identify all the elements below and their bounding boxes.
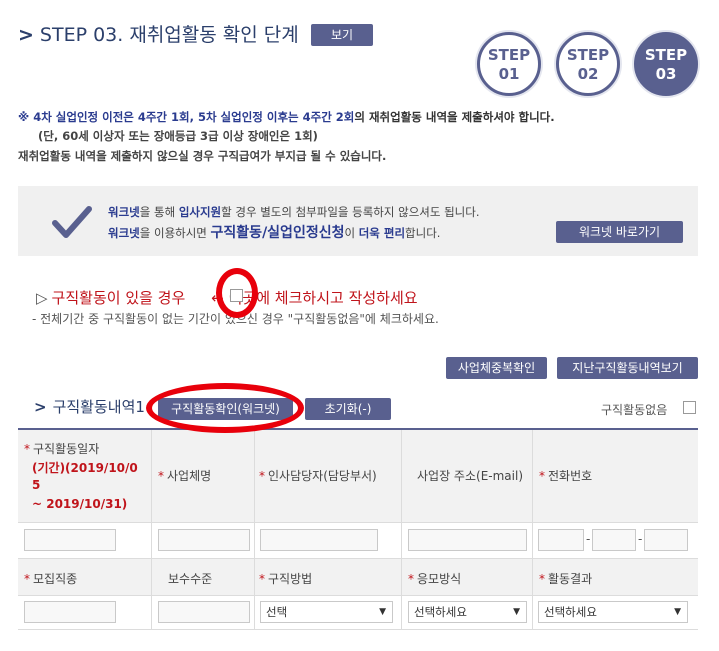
section-title: > 구직활동내역1 bbox=[34, 398, 145, 416]
past-activity-history-button[interactable]: 지난구직활동내역보기 bbox=[557, 357, 698, 379]
method-select[interactable]: 선택 ▼ bbox=[260, 601, 393, 623]
chevron-right-icon: > bbox=[18, 24, 34, 46]
job-type-input[interactable] bbox=[24, 601, 116, 623]
chevron-right-icon: > bbox=[34, 398, 47, 416]
company-name-input[interactable] bbox=[158, 529, 250, 551]
dropdown-arrow-icon: ▼ bbox=[674, 607, 681, 617]
worknet-text-2: 워크넷을 이용하시면 구직활동/실업인정신청이 더욱 편리합니다. bbox=[108, 225, 441, 241]
annotation-circle-confirm-button bbox=[146, 383, 304, 433]
notice-line-1: ※ 4차 실업인정 이전은 4주간 1회, 5차 실업인정 이후는 4주간 2회… bbox=[18, 110, 555, 124]
phone-dash-1: - bbox=[586, 532, 591, 546]
phone-part1-input[interactable] bbox=[538, 529, 584, 551]
header-address: 사업장 주소(E-mail) bbox=[402, 430, 533, 523]
annotation-circle-checkbox bbox=[216, 268, 258, 318]
phone-part3-input[interactable] bbox=[644, 529, 688, 551]
header-date: * 구직활동일자 (기간)(2019/10/0 5 ~ 2019/10/31) bbox=[18, 430, 152, 523]
worknet-text-1: 워크넷을 통해 입사지원할 경우 별도의 첨부파일을 등록하지 않으셔도 됩니다… bbox=[108, 205, 480, 219]
duplicate-company-check-button[interactable]: 사업체중복확인 bbox=[446, 357, 547, 379]
notice-line-3: 재취업활동 내역을 제출하지 않으실 경우 구직급여가 부지급 될 수 있습니다… bbox=[18, 149, 387, 163]
step-03-indicator: STEP 03 bbox=[634, 32, 698, 96]
page-title: > STEP 03. 재취업활동 확인 단계 bbox=[18, 24, 299, 46]
header-company: * 사업체명 bbox=[152, 430, 255, 523]
no-activity-checkbox[interactable] bbox=[683, 401, 696, 414]
phone-dash-2: - bbox=[638, 532, 643, 546]
activity-date-input[interactable] bbox=[24, 529, 116, 551]
reset-button[interactable]: 초기화(-) bbox=[305, 398, 391, 420]
step-02-indicator: STEP 02 bbox=[556, 32, 620, 96]
header-result: * 활동결과 bbox=[533, 559, 698, 596]
view-button[interactable]: 보기 bbox=[311, 24, 373, 46]
no-activity-label: 구직활동없음 bbox=[601, 403, 668, 417]
header-pay: 보수수준 bbox=[152, 559, 255, 596]
notice-line-2: (단, 60세 이상자 또는 장애등급 3급 이상 장애인은 1회) bbox=[38, 129, 318, 143]
manager-input[interactable] bbox=[260, 529, 378, 551]
dropdown-arrow-icon: ▼ bbox=[379, 607, 386, 617]
apply-select[interactable]: 선택하세요 ▼ bbox=[408, 601, 527, 623]
address-input[interactable] bbox=[408, 529, 527, 551]
worknet-shortcut-button[interactable]: 워크넷 바로가기 bbox=[556, 221, 683, 243]
header-phone: * 전화번호 bbox=[533, 430, 698, 523]
pay-level-input[interactable] bbox=[158, 601, 250, 623]
step-01-indicator: STEP 01 bbox=[477, 32, 541, 96]
header-method: * 구직방법 bbox=[255, 559, 402, 596]
checkmark-icon bbox=[52, 206, 92, 238]
result-select[interactable]: 선택하세요 ▼ bbox=[538, 601, 688, 623]
phone-part2-input[interactable] bbox=[592, 529, 636, 551]
header-apply: * 응모방식 bbox=[402, 559, 533, 596]
header-job: * 모집직종 bbox=[18, 559, 152, 596]
dropdown-arrow-icon: ▼ bbox=[513, 607, 520, 617]
header-manager: * 인사담당자(담당부서) bbox=[255, 430, 402, 523]
